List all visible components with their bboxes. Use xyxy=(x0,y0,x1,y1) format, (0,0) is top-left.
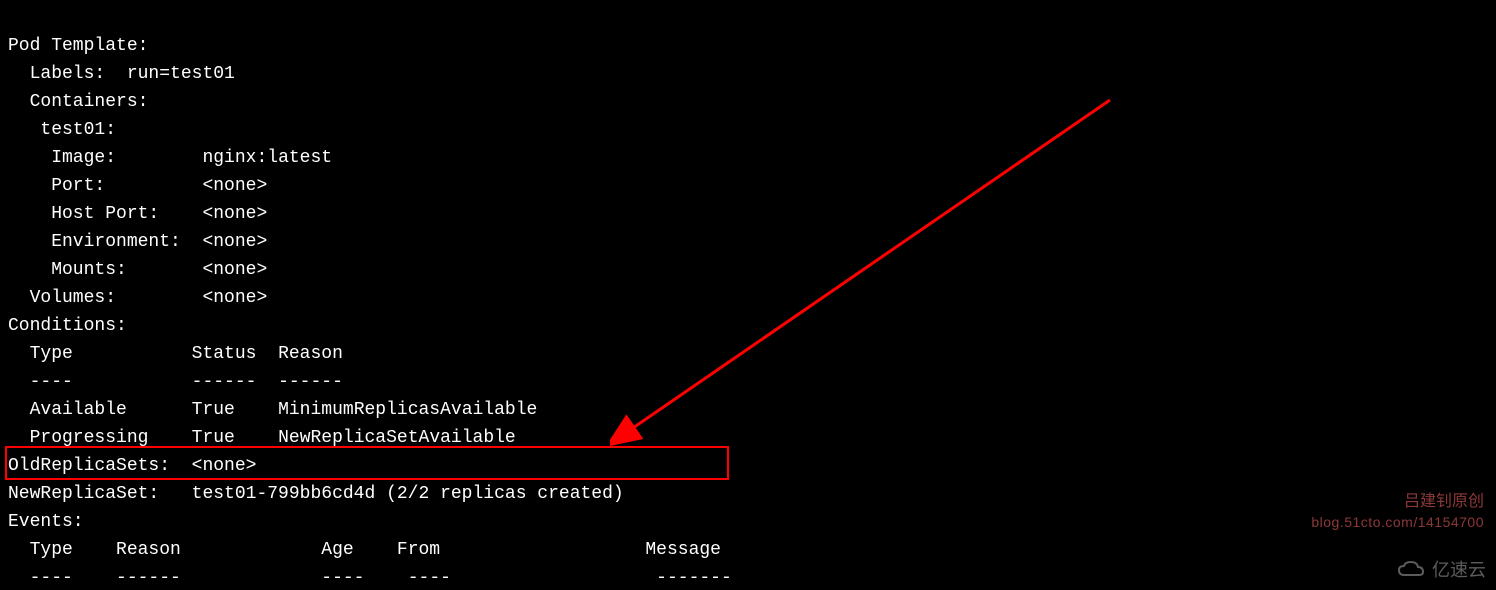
image-line: Image: nginx:latest xyxy=(8,148,332,168)
events-columns: Type Reason Age From Message xyxy=(8,540,721,560)
pod-template-header: Pod Template: xyxy=(8,36,148,56)
port-line: Port: <none> xyxy=(8,176,267,196)
events-header: Events: xyxy=(8,512,84,532)
containers-header: Containers: xyxy=(8,92,148,112)
env-line: Environment: <none> xyxy=(8,232,267,252)
volumes-line: Volumes: <none> xyxy=(8,288,267,308)
hostport-line: Host Port: <none> xyxy=(8,204,267,224)
old-replicasets-line: OldReplicaSets: <none> xyxy=(8,456,256,476)
new-replicaset-line: NewReplicaSet: test01-799bb6cd4d (2/2 re… xyxy=(8,484,624,504)
mounts-line: Mounts: <none> xyxy=(8,260,267,280)
container-name: test01: xyxy=(8,120,116,140)
labels-line: Labels: run=test01 xyxy=(8,64,235,84)
conditions-columns: Type Status Reason xyxy=(8,344,343,364)
events-separator: ---- ------ ---- ---- ------- xyxy=(8,568,732,588)
terminal-output: Pod Template: Labels: run=test01 Contain… xyxy=(0,0,1496,590)
conditions-header: Conditions: xyxy=(8,316,127,336)
conditions-separator: ---- ------ ------ xyxy=(8,372,343,392)
condition-row-available: Available True MinimumReplicasAvailable xyxy=(8,400,537,420)
condition-row-progressing: Progressing True NewReplicaSetAvailable xyxy=(8,428,516,448)
